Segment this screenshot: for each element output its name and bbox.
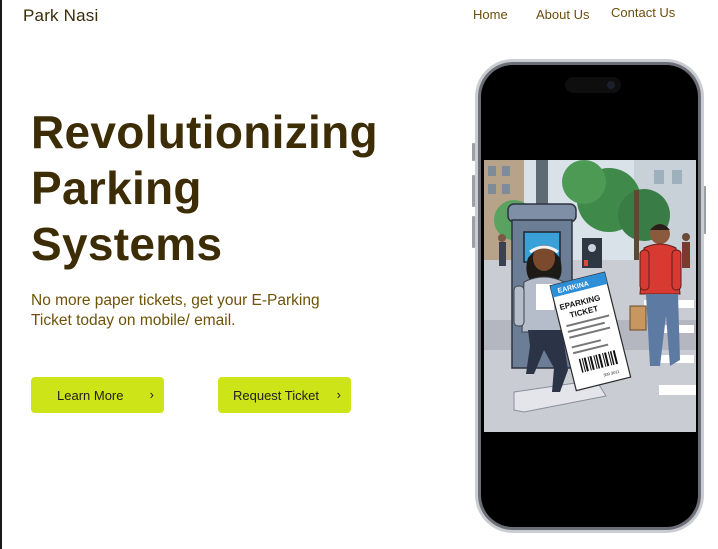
hero-title-line: Revolutionizing <box>31 106 378 158</box>
window-left-edge <box>0 0 2 549</box>
camera-icon <box>607 81 615 89</box>
phone-bezel: EARKINA EPARKING TICKET 300 3011 <box>478 62 701 530</box>
learn-more-label: Learn More <box>57 388 124 403</box>
phone-mockup: EARKINA EPARKING TICKET 300 3011 <box>475 59 704 533</box>
illustration-svg: EARKINA EPARKING TICKET 300 3011 <box>484 160 696 432</box>
hero-title-line: Parking <box>31 162 202 214</box>
hero-subtitle: No more paper tickets, get your E-Parkin… <box>31 291 391 331</box>
nav-link-about[interactable]: About Us <box>536 7 589 22</box>
phone-screen: EARKINA EPARKING TICKET 300 3011 <box>481 65 698 527</box>
top-nav: Home About Us Contact Us <box>0 5 718 26</box>
learn-more-button[interactable]: Learn More › <box>31 377 164 413</box>
request-ticket-button[interactable]: Request Ticket › <box>218 377 351 413</box>
parking-illustration: EARKINA EPARKING TICKET 300 3011 <box>484 160 696 432</box>
hero-subtitle-line: Ticket today on mobile/ email. <box>31 312 236 329</box>
nav-link-home[interactable]: Home <box>473 7 508 22</box>
request-ticket-label: Request Ticket <box>233 388 319 403</box>
chevron-right-icon: › <box>336 387 341 402</box>
hero-subtitle-line: No more paper tickets, get your E-Parkin… <box>31 292 320 309</box>
nav-link-contact[interactable]: Contact Us <box>611 5 675 20</box>
chevron-right-icon: › <box>149 387 154 402</box>
hero-title: Revolutionizing Parking Systems <box>31 104 451 272</box>
dynamic-island <box>565 77 621 93</box>
hero-title-line: Systems <box>31 218 223 270</box>
